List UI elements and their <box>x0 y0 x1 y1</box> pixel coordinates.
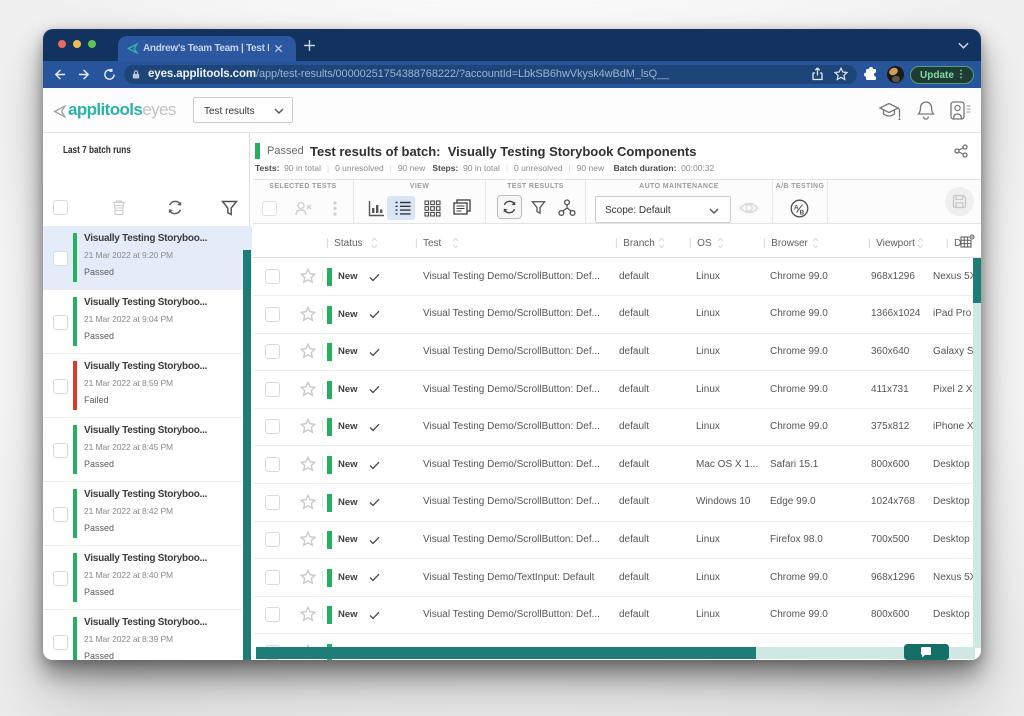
svg-text:A: A <box>794 205 799 212</box>
svg-text:B: B <box>800 210 805 217</box>
